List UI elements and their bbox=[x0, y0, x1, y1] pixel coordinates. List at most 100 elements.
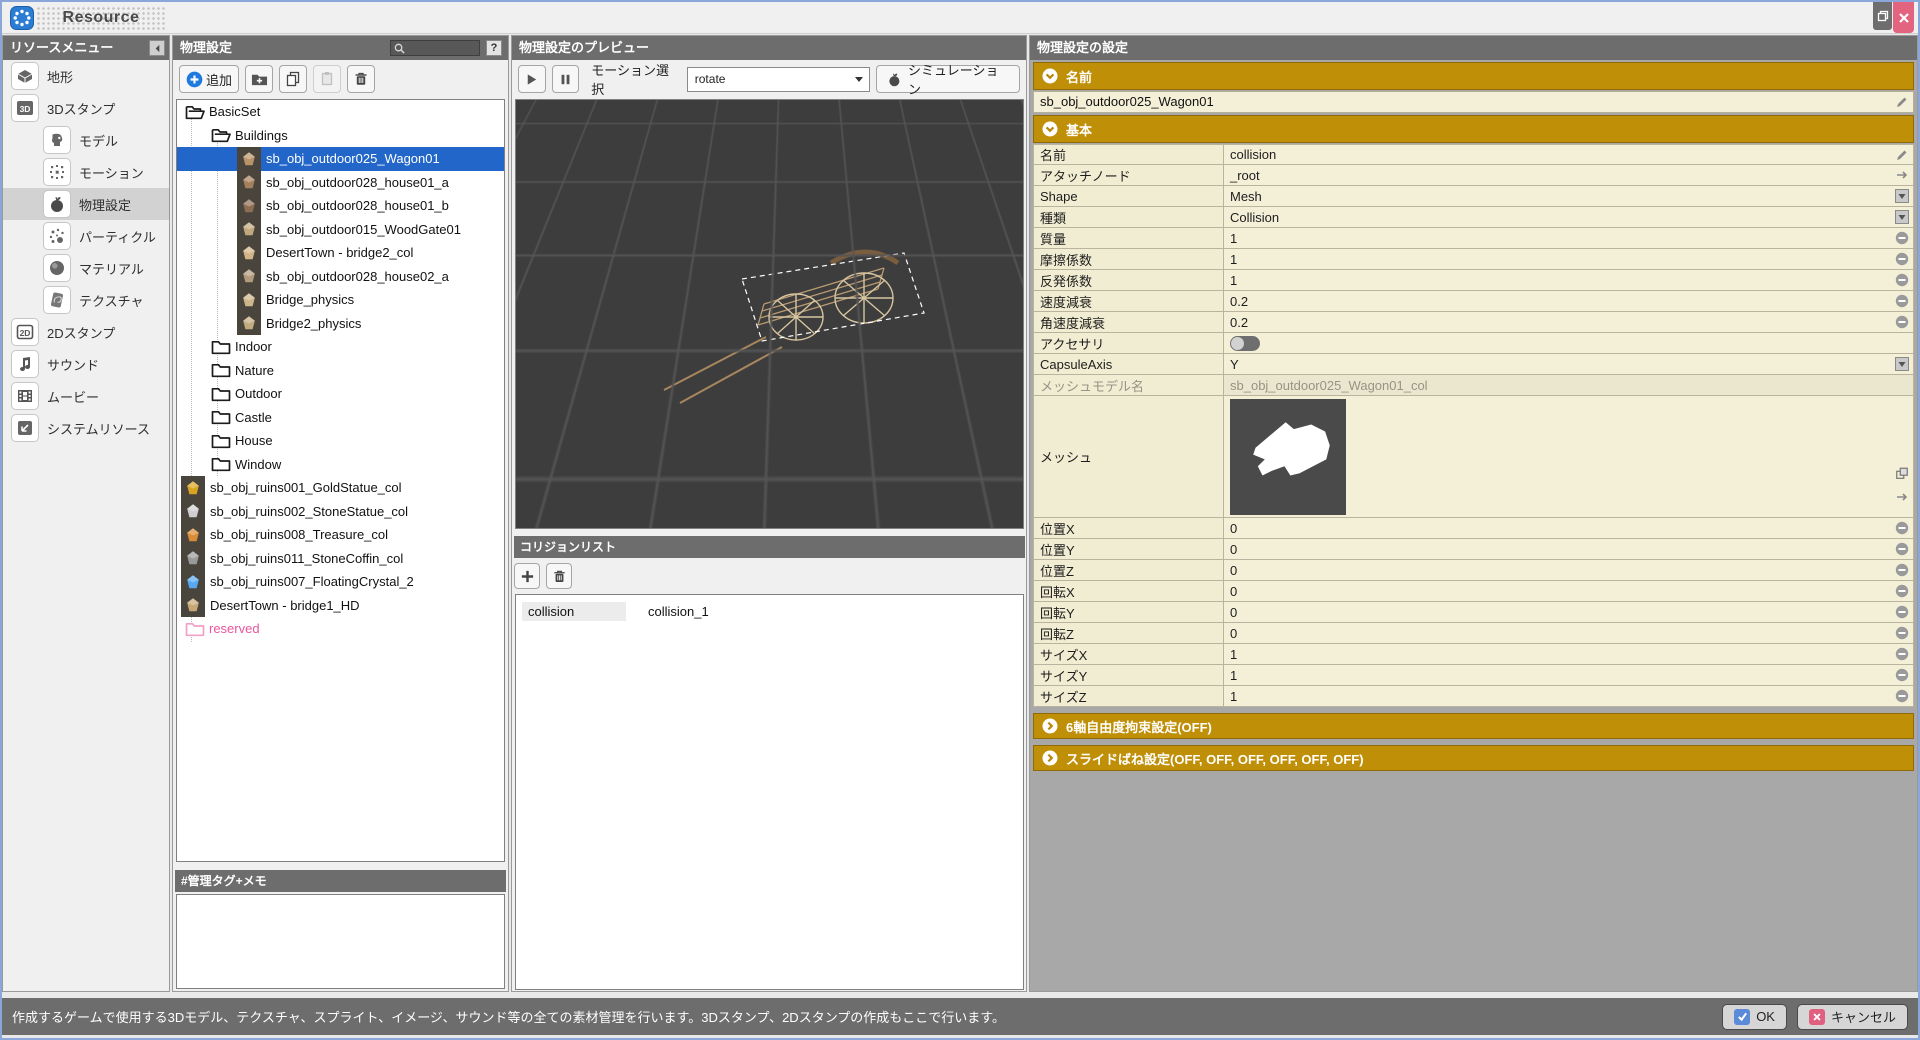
restore-button[interactable] bbox=[1873, 2, 1892, 30]
tree-item[interactable]: sb_obj_outdoor028_house02_a bbox=[177, 265, 504, 289]
collision-list[interactable]: collisioncollision_1 bbox=[515, 594, 1024, 990]
property-value[interactable]: _root bbox=[1224, 165, 1913, 185]
help-button[interactable]: ? bbox=[486, 40, 502, 56]
arrow-icon[interactable] bbox=[1895, 168, 1909, 182]
collision-mesh-thumbnail[interactable] bbox=[1230, 399, 1346, 515]
tree-item-selected[interactable]: sb_obj_outdoor025_Wagon01 bbox=[177, 147, 504, 171]
duplicate-button[interactable] bbox=[279, 65, 307, 93]
play-button[interactable] bbox=[518, 65, 546, 93]
property-value[interactable]: 0 bbox=[1224, 602, 1913, 622]
sidebar-item-movie[interactable]: ムービー bbox=[3, 380, 169, 412]
minus-icon[interactable] bbox=[1895, 252, 1909, 266]
property-value[interactable] bbox=[1224, 396, 1913, 517]
tree-item[interactable]: Indoor bbox=[177, 335, 504, 359]
section-slide-spring[interactable]: スライドばね設定(OFF, OFF, OFF, OFF, OFF, OFF) bbox=[1033, 745, 1914, 771]
new-folder-button[interactable] bbox=[245, 65, 273, 93]
collision-list-row[interactable]: collisioncollision_1 bbox=[516, 599, 1023, 623]
property-value[interactable]: 0.2 bbox=[1224, 291, 1913, 311]
pause-button[interactable] bbox=[552, 65, 580, 93]
titlebar[interactable]: Resource bbox=[2, 2, 1918, 34]
collision-delete-button[interactable] bbox=[546, 563, 572, 589]
minus-icon[interactable] bbox=[1895, 605, 1909, 619]
dropdown-icon[interactable] bbox=[1895, 189, 1909, 203]
pencil-icon[interactable] bbox=[1895, 95, 1909, 109]
sidebar-item-particle[interactable]: パーティクル bbox=[3, 220, 169, 252]
tree-item[interactable]: DesertTown - bridge1_HD bbox=[177, 594, 504, 618]
add-button[interactable]: 追加 bbox=[179, 65, 239, 93]
tree-item[interactable]: House bbox=[177, 429, 504, 453]
section-basic[interactable]: 基本 bbox=[1033, 115, 1914, 143]
sidebar-item-model[interactable]: モデル bbox=[3, 124, 169, 156]
minus-icon[interactable] bbox=[1895, 294, 1909, 308]
pencil-icon[interactable] bbox=[1895, 148, 1909, 162]
tree-item[interactable]: sb_obj_outdoor028_house01_a bbox=[177, 171, 504, 195]
property-value[interactable]: collision bbox=[1224, 145, 1913, 164]
tree-item[interactable]: Window bbox=[177, 453, 504, 477]
property-value[interactable]: 1 bbox=[1224, 665, 1913, 685]
minus-icon[interactable] bbox=[1895, 563, 1909, 577]
cancel-button[interactable]: キャンセル bbox=[1797, 1004, 1908, 1030]
tree-item[interactable]: Outdoor bbox=[177, 382, 504, 406]
replace-mesh-icon[interactable] bbox=[1895, 466, 1909, 480]
physics-items-tree[interactable]: BasicSetBuildingssb_obj_outdoor025_Wagon… bbox=[176, 99, 505, 862]
tree-item[interactable]: DesertTown - bridge2_col bbox=[177, 241, 504, 265]
sidebar-item-stamp2d[interactable]: 2D2Dスタンプ bbox=[3, 316, 169, 348]
property-value[interactable]: 0 bbox=[1224, 560, 1913, 580]
memo-input[interactable] bbox=[176, 894, 505, 989]
property-value[interactable]: 1 bbox=[1224, 686, 1913, 706]
property-value[interactable]: 0 bbox=[1224, 539, 1913, 559]
minus-icon[interactable] bbox=[1895, 689, 1909, 703]
physics-preview-viewport[interactable] bbox=[515, 99, 1024, 529]
resource-name-field[interactable]: sb_obj_outdoor025_Wagon01 bbox=[1033, 91, 1914, 113]
tree-item[interactable]: sb_obj_ruins007_FloatingCrystal_2 bbox=[177, 570, 504, 594]
tree-item[interactable]: Buildings bbox=[177, 124, 504, 148]
sidebar-item-physics[interactable]: 物理設定 bbox=[3, 188, 169, 220]
tree-item[interactable]: sb_obj_outdoor028_house01_b bbox=[177, 194, 504, 218]
dropdown-icon[interactable] bbox=[1895, 210, 1909, 224]
tree-item[interactable]: Bridge2_physics bbox=[177, 312, 504, 336]
sidebar-item-texture[interactable]: テクスチャ bbox=[3, 284, 169, 316]
tree-item[interactable]: sb_obj_ruins008_Treasure_col bbox=[177, 523, 504, 547]
tree-item[interactable]: sb_obj_outdoor015_WoodGate01 bbox=[177, 218, 504, 242]
simulation-button[interactable]: シミュレーション bbox=[876, 65, 1020, 93]
dropdown-icon[interactable] bbox=[1895, 357, 1909, 371]
arrow-right-icon[interactable] bbox=[1895, 490, 1909, 504]
property-value[interactable]: 1 bbox=[1224, 270, 1913, 290]
property-value[interactable] bbox=[1224, 333, 1913, 353]
minus-icon[interactable] bbox=[1895, 584, 1909, 598]
property-value[interactable]: Y bbox=[1224, 354, 1913, 374]
collapse-sidebar-button[interactable] bbox=[149, 40, 165, 56]
minus-icon[interactable] bbox=[1895, 626, 1909, 640]
sidebar-item-system[interactable]: システムリソース bbox=[3, 412, 169, 444]
close-button[interactable] bbox=[1893, 2, 1914, 33]
paste-button[interactable] bbox=[313, 65, 341, 93]
tree-item[interactable]: Castle bbox=[177, 406, 504, 430]
tree-item[interactable]: BasicSet bbox=[177, 100, 504, 124]
property-value[interactable]: 1 bbox=[1224, 228, 1913, 248]
sidebar-item-material[interactable]: マテリアル bbox=[3, 252, 169, 284]
minus-icon[interactable] bbox=[1895, 521, 1909, 535]
delete-button[interactable] bbox=[347, 65, 375, 93]
sidebar-item-stamp3d[interactable]: 3D3Dスタンプ bbox=[3, 92, 169, 124]
property-value[interactable]: 0 bbox=[1224, 581, 1913, 601]
tree-item[interactable]: reserved bbox=[177, 617, 504, 641]
property-value[interactable]: 0 bbox=[1224, 623, 1913, 643]
ok-button[interactable]: OK bbox=[1722, 1004, 1787, 1030]
property-value[interactable]: 1 bbox=[1224, 644, 1913, 664]
minus-icon[interactable] bbox=[1895, 647, 1909, 661]
property-value[interactable]: 1 bbox=[1224, 249, 1913, 269]
accessory-toggle-off[interactable] bbox=[1230, 336, 1260, 351]
property-value[interactable]: Collision bbox=[1224, 207, 1913, 227]
tree-item[interactable]: sb_obj_ruins011_StoneCoffin_col bbox=[177, 547, 504, 571]
collision-add-button[interactable] bbox=[514, 563, 540, 589]
section-6dof-constraint[interactable]: 6軸自由度拘束設定(OFF) bbox=[1033, 713, 1914, 739]
search-input[interactable] bbox=[390, 40, 480, 56]
sidebar-item-sound[interactable]: サウンド bbox=[3, 348, 169, 380]
minus-icon[interactable] bbox=[1895, 542, 1909, 556]
section-name[interactable]: 名前 bbox=[1033, 62, 1914, 90]
tree-item[interactable]: Bridge_physics bbox=[177, 288, 504, 312]
property-value[interactable]: 0.2 bbox=[1224, 312, 1913, 332]
tree-item[interactable]: sb_obj_ruins001_GoldStatue_col bbox=[177, 476, 504, 500]
tree-item[interactable]: Nature bbox=[177, 359, 504, 383]
property-value[interactable]: Mesh bbox=[1224, 186, 1913, 206]
